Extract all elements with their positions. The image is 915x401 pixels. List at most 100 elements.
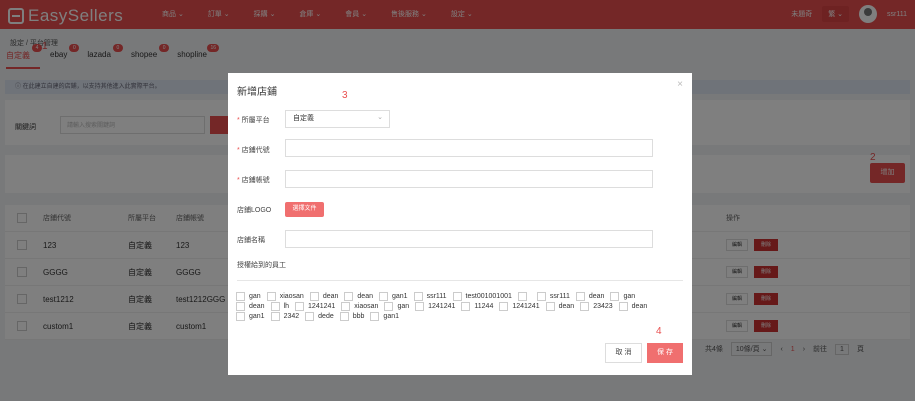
store-account-label: * 店鋪帳號: [237, 177, 270, 184]
employee-checkbox[interactable]: [236, 302, 245, 311]
employee-name: gan: [623, 293, 636, 300]
employee-checkbox-item[interactable]: [517, 292, 531, 301]
employee-name: test001001001: [465, 293, 512, 300]
employee-checkbox-item[interactable]: xiaosan: [266, 292, 304, 301]
store-code-label: * 店鋪代號: [237, 147, 270, 154]
employee-name: 23423: [593, 303, 613, 310]
employee-name: dean: [631, 303, 648, 310]
cancel-button[interactable]: 取 消: [605, 343, 642, 363]
employee-checkbox-item[interactable]: 1241241: [295, 302, 335, 311]
store-account-input[interactable]: [285, 170, 653, 188]
platform-select-value: 自定義: [293, 115, 314, 122]
employee-checkbox-item[interactable]: gan: [236, 292, 261, 301]
employee-checkbox[interactable]: [545, 302, 555, 311]
employee-name: dean: [588, 293, 605, 300]
employee-checkbox-item[interactable]: gan1: [378, 292, 408, 301]
employee-checkbox[interactable]: [413, 292, 423, 301]
employee-checkbox[interactable]: [575, 292, 585, 301]
employee-name: bbb: [352, 313, 365, 320]
step-marker-3: 3: [342, 90, 348, 101]
employee-name: gan: [397, 303, 410, 310]
employee-name: 11244: [474, 303, 494, 310]
employee-checkbox-item[interactable]: dean: [575, 292, 605, 301]
employee-checkbox-item[interactable]: dean: [344, 292, 373, 301]
employee-checkbox[interactable]: [309, 292, 319, 301]
employee-checkbox[interactable]: [378, 292, 388, 301]
employee-checkbox-item[interactable]: dean: [618, 302, 648, 311]
employee-checkbox-item[interactable]: gan1: [236, 312, 265, 321]
employee-checkbox[interactable]: [236, 312, 245, 321]
store-name-label: 店鋪名稱: [237, 237, 265, 244]
store-code-input[interactable]: [285, 139, 653, 157]
employee-name: xiaosan: [354, 303, 379, 310]
employee-checkbox-item[interactable]: 2342: [270, 312, 300, 321]
employee-checkbox-item[interactable]: gan: [610, 292, 635, 301]
employee-checkbox[interactable]: [270, 312, 280, 321]
employee-checkbox-item[interactable]: dean: [309, 292, 339, 301]
employee-checkbox[interactable]: [384, 302, 394, 311]
employee-checkbox[interactable]: [341, 302, 351, 311]
employee-checkbox[interactable]: [270, 302, 280, 311]
employee-name: ssr111: [426, 293, 447, 300]
employee-checkbox-item[interactable]: 11244: [461, 302, 493, 311]
employee-checkbox[interactable]: [618, 302, 628, 311]
employee-checkbox-item[interactable]: 23423: [580, 302, 613, 311]
employee-name: gan1: [391, 293, 408, 300]
employee-checkbox[interactable]: [461, 302, 471, 311]
add-store-dialog: 新增店鋪 × 3 * 所屬平台 自定義 ⌄ * 店鋪代號 * 店鋪帳號 店鋪LOG…: [228, 73, 692, 375]
employee-name: 1241241: [308, 303, 336, 310]
employee-checkbox-item[interactable]: ssr111: [413, 292, 447, 301]
employee-name: xiaosan: [279, 293, 304, 300]
employee-checkbox[interactable]: [610, 292, 620, 301]
step-marker-4: 4: [656, 326, 662, 337]
employee-checkbox[interactable]: [536, 292, 546, 301]
employee-checkbox-item[interactable]: 1241241: [415, 302, 455, 311]
employee-name: dean: [322, 293, 339, 300]
employee-name: gan: [249, 293, 261, 300]
employee-checkbox-item[interactable]: gan: [384, 302, 409, 311]
employee-checkbox-item[interactable]: gan1: [370, 312, 399, 321]
employee-name: ssr111: [549, 293, 570, 300]
employee-name: dean: [249, 303, 265, 310]
store-name-input[interactable]: [285, 230, 653, 248]
employee-checkbox-item[interactable]: dean: [545, 302, 574, 311]
employee-checkbox-item[interactable]: xiaosan: [341, 302, 378, 311]
divider: [237, 280, 683, 281]
employee-name: 1241241: [512, 303, 540, 310]
employee-checkbox[interactable]: [580, 302, 590, 311]
employee-name: 2342: [283, 313, 300, 320]
employees-label: 授權給到的員工: [237, 262, 286, 269]
employee-name: lh: [283, 303, 290, 310]
chevron-down-icon: ⌄: [377, 114, 383, 121]
store-logo-label: 店鋪LOGO: [237, 207, 272, 214]
employee-checkbox-item[interactable]: lh: [270, 302, 290, 311]
platform-select[interactable]: 自定義 ⌄: [285, 110, 390, 128]
employee-checkbox-item[interactable]: dede: [305, 312, 334, 321]
employee-checkbox-item[interactable]: ssr111: [536, 292, 570, 301]
choose-file-button[interactable]: 選擇文件: [285, 202, 324, 217]
employee-name: gan1: [383, 313, 399, 320]
employee-name: dean: [357, 293, 373, 300]
employee-checkbox[interactable]: [499, 302, 509, 311]
employee-checkbox[interactable]: [415, 302, 425, 311]
platform-label: * 所屬平台: [237, 117, 270, 124]
employee-checkbox-item[interactable]: test001001001: [452, 292, 512, 301]
employee-name: dede: [318, 313, 334, 320]
dialog-title: 新增店鋪: [237, 87, 277, 98]
employee-checkbox[interactable]: [266, 292, 276, 301]
employee-checkbox[interactable]: [339, 312, 349, 321]
save-button[interactable]: 保 存: [647, 343, 683, 363]
close-icon[interactable]: ×: [677, 79, 683, 90]
employee-checkbox[interactable]: [370, 312, 380, 321]
employee-checkbox-item[interactable]: bbb: [339, 312, 365, 321]
employee-checkbox[interactable]: [305, 312, 315, 321]
employee-checkbox[interactable]: [295, 302, 305, 311]
employee-name: gan1: [249, 313, 265, 320]
employee-name: 1241241: [428, 303, 456, 310]
employee-checkbox[interactable]: [236, 292, 245, 301]
employee-checkbox[interactable]: [517, 292, 527, 301]
employee-checkbox[interactable]: [452, 292, 462, 301]
employee-checkbox-item[interactable]: dean: [236, 302, 265, 311]
employee-checkbox-item[interactable]: 1241241: [499, 302, 540, 311]
employee-checkbox[interactable]: [344, 292, 354, 301]
